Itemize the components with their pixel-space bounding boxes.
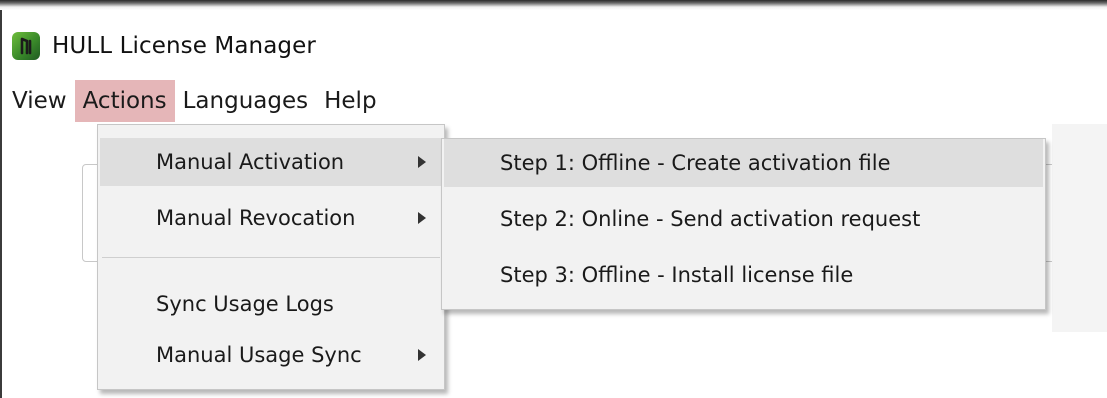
submenu-arrow-icon [418, 212, 426, 224]
menu-bar: View Actions Languages Help [4, 80, 385, 122]
app-window: HULL License Manager View Actions Langua… [0, 0, 1107, 398]
menu-view[interactable]: View [4, 80, 75, 122]
hull-logo-icon [12, 32, 40, 60]
submenu-item-step3-install-license-file[interactable]: Step 3: Offline - Install license file [444, 251, 1043, 299]
window-title: HULL License Manager [52, 33, 316, 59]
menu-item-label: Manual Activation [156, 150, 345, 174]
menu-item-manual-usage-sync[interactable]: Manual Usage Sync [100, 331, 442, 379]
title-bar: HULL License Manager [12, 28, 316, 64]
menu-item-label: Sync Usage Logs [156, 292, 334, 316]
manual-activation-submenu: Step 1: Offline - Create activation file… [441, 138, 1046, 310]
submenu-item-label: Step 3: Offline - Install license file [500, 263, 854, 287]
menu-separator [102, 257, 440, 258]
menu-item-label: Manual Revocation [156, 206, 356, 230]
submenu-item-label: Step 1: Offline - Create activation file [500, 151, 891, 175]
submenu-arrow-icon [418, 349, 426, 361]
actions-dropdown: Manual Activation Manual Revocation Sync… [97, 124, 445, 390]
menu-item-sync-usage-logs[interactable]: Sync Usage Logs [100, 280, 442, 328]
window-top-edge [0, 0, 1107, 10]
menu-item-label: Manual Usage Sync [156, 343, 362, 367]
menu-help[interactable]: Help [316, 80, 384, 122]
submenu-item-step1-create-activation-file[interactable]: Step 1: Offline - Create activation file [444, 139, 1043, 187]
submenu-item-step2-send-activation-request[interactable]: Step 2: Online - Send activation request [444, 195, 1043, 243]
menu-item-manual-revocation[interactable]: Manual Revocation [100, 194, 442, 242]
menu-actions[interactable]: Actions [74, 80, 175, 122]
background-panel [1052, 124, 1107, 332]
menu-languages[interactable]: Languages [175, 80, 317, 122]
submenu-item-label: Step 2: Online - Send activation request [500, 207, 921, 231]
submenu-arrow-icon [418, 156, 426, 168]
menu-item-manual-activation[interactable]: Manual Activation [100, 138, 442, 186]
window-left-border [0, 10, 2, 398]
